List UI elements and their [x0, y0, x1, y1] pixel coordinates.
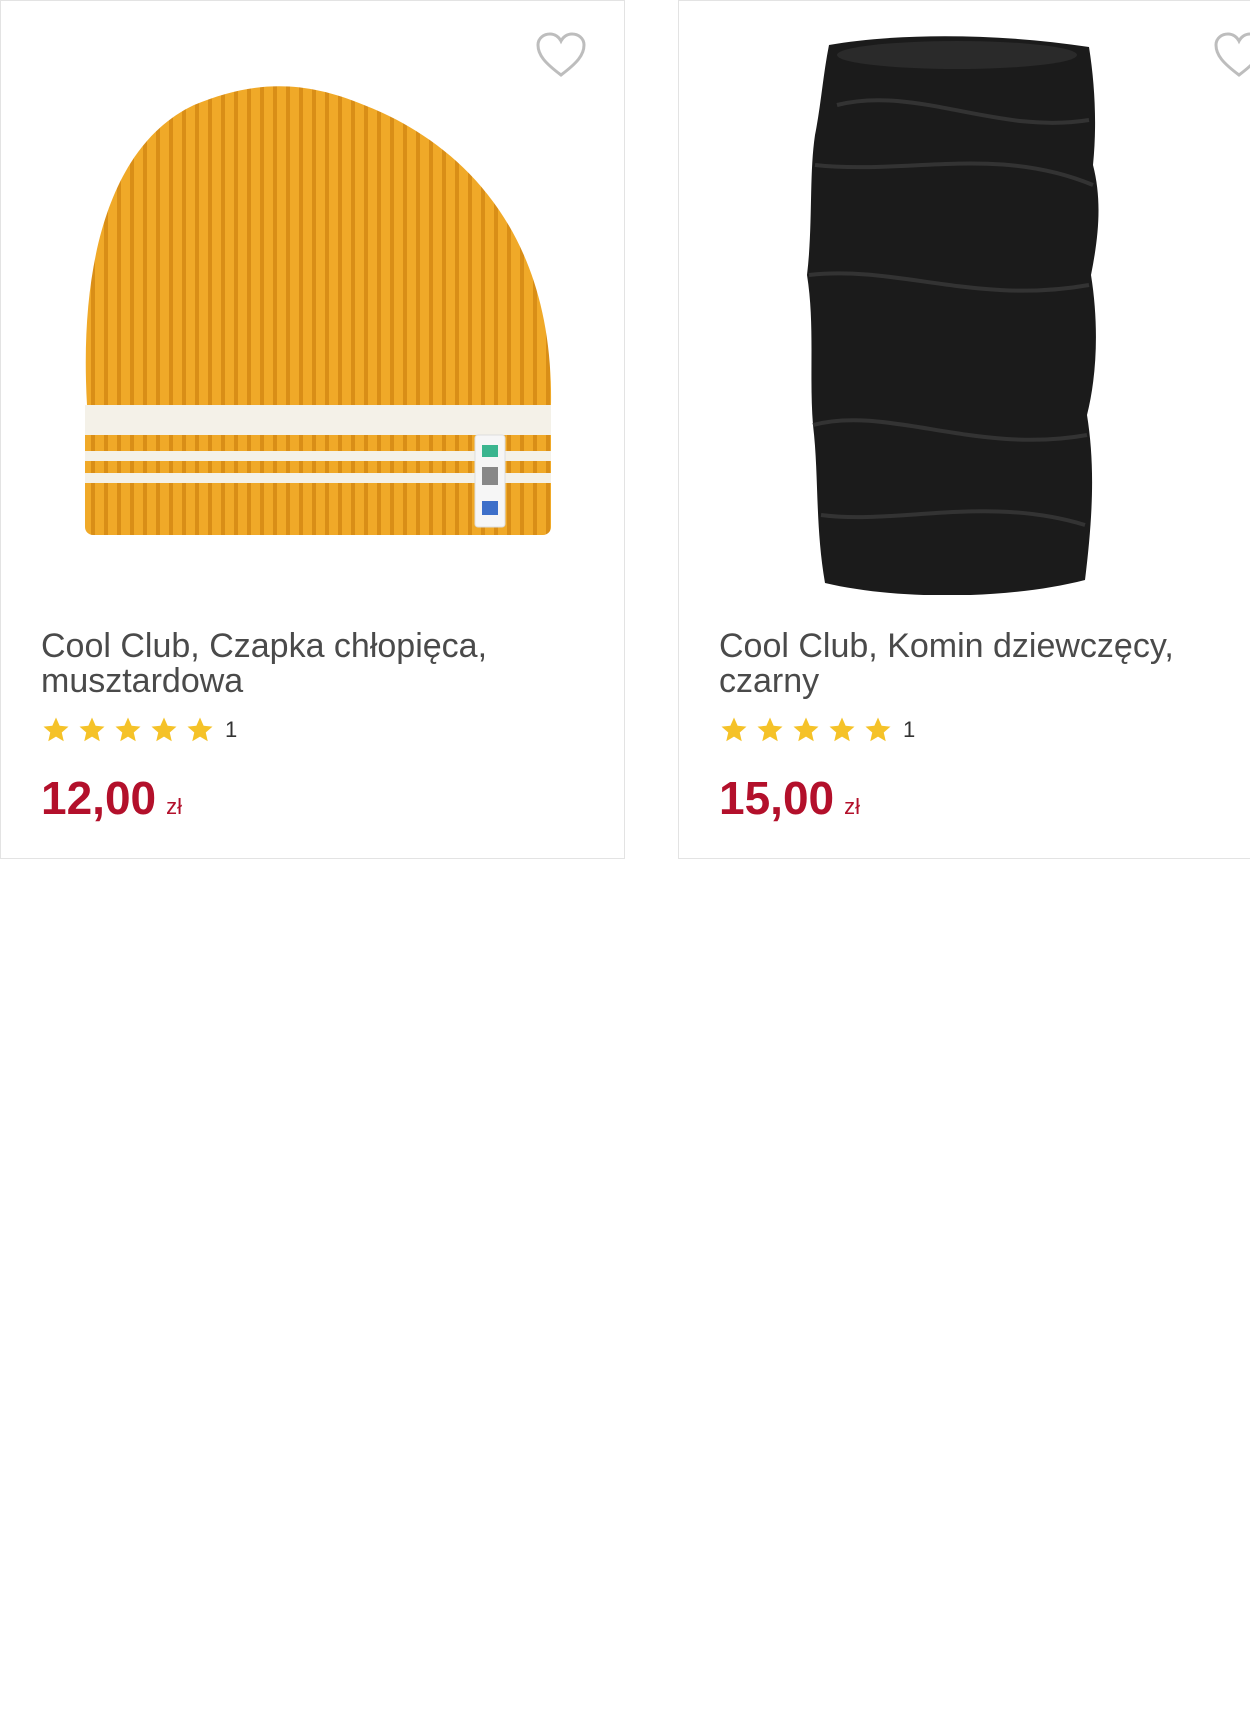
rating: 1: [719, 713, 915, 747]
price: 12,00 zł: [41, 771, 182, 825]
price-currency: zł: [844, 794, 861, 819]
product-title-line1: Cool Club, Komin dziewczęcy,: [719, 627, 1174, 665]
star-icon: [793, 717, 819, 742]
star-icon: [865, 717, 891, 742]
star-icon: [187, 717, 213, 742]
mustard-knit-beanie-image[interactable]: [39, 25, 589, 595]
star-icon: [151, 717, 177, 742]
price: 15,00 zł: [719, 771, 860, 825]
product-card[interactable]: Cool Club, Czapka chłopięca, musztardowa…: [0, 0, 625, 859]
star-icon: [757, 717, 783, 742]
price-amount: 15,00: [719, 772, 835, 824]
product-title-line2: czarny: [719, 662, 820, 700]
rating-count: 1: [225, 717, 238, 742]
rating: 1: [41, 713, 237, 747]
star-icon: [43, 717, 69, 742]
rating-count: 1: [903, 717, 916, 742]
product-title[interactable]: Cool Club, Czapka chłopięca, musztardowa: [41, 629, 581, 699]
star-icon: [115, 717, 141, 742]
price-currency: zł: [166, 794, 183, 819]
product-title-line1: Cool Club, Czapka chłopięca,: [41, 627, 488, 665]
product-card[interactable]: Cool Club, Komin dziewczęcy, czarny 1 15…: [678, 0, 1250, 859]
product-title-line2: musztardowa: [41, 662, 244, 700]
product-title[interactable]: Cool Club, Komin dziewczęcy, czarny: [719, 629, 1250, 699]
star-icon: [829, 717, 855, 742]
black-neck-warmer-image[interactable]: [717, 25, 1250, 596]
star-icon: [79, 717, 105, 742]
price-amount: 12,00: [41, 772, 157, 824]
star-icon: [721, 717, 747, 742]
